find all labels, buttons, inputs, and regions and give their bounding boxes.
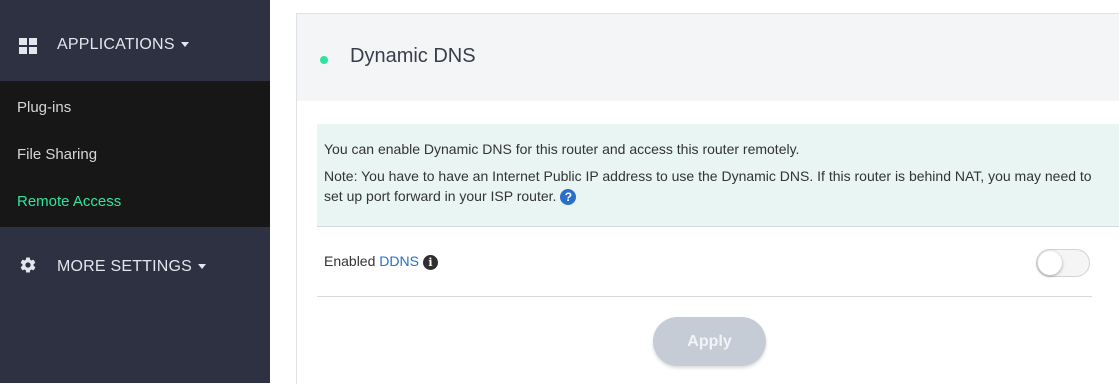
note-text: Note: You have to have an Internet Publi…	[324, 168, 1092, 204]
sidebar-item-file-sharing[interactable]: File Sharing	[17, 146, 97, 163]
grid-icon	[19, 38, 37, 59]
info-notice: You can enable Dynamic DNS for this rout…	[317, 124, 1119, 227]
info-text-note: Note: You have to have an Internet Publi…	[324, 166, 1094, 206]
status-dot-icon	[320, 56, 328, 64]
more-settings-label: MORE SETTINGS	[57, 258, 207, 276]
applications-submenu: Plug-ins File Sharing Remote Access	[0, 81, 270, 227]
ddns-toggle[interactable]	[1036, 249, 1090, 277]
sidebar-item-plugins[interactable]: Plug-ins	[17, 99, 71, 116]
ddns-label: Enabled DDNS i	[324, 253, 438, 270]
info-icon[interactable]: i	[422, 254, 438, 270]
page-title: Dynamic DNS	[350, 45, 476, 67]
info-text-enable: You can enable Dynamic DNS for this rout…	[324, 141, 800, 157]
help-icon[interactable]: ?	[560, 189, 577, 206]
apply-button[interactable]: Apply	[653, 317, 766, 366]
gear-icon	[19, 256, 37, 279]
sidebar: APPLICATIONS Plug-ins File Sharing Remot…	[0, 0, 270, 383]
panel-header: Dynamic DNS	[297, 14, 1119, 101]
ddns-setting-row: Enabled DDNS i	[317, 226, 1092, 297]
caret-down-icon	[180, 42, 189, 48]
ddns-label-prefix: Enabled	[324, 253, 380, 269]
caret-down-icon	[198, 264, 207, 270]
dynamic-dns-panel: Dynamic DNS You can enable Dynamic DNS f…	[296, 13, 1119, 384]
more-settings-menu[interactable]: MORE SETTINGS	[0, 240, 270, 292]
ddns-link[interactable]: DDNS	[379, 253, 419, 269]
toggle-knob	[1038, 251, 1062, 275]
applications-label: APPLICATIONS	[57, 36, 189, 54]
sidebar-item-remote-access[interactable]: Remote Access	[17, 193, 121, 210]
applications-menu[interactable]: APPLICATIONS	[0, 9, 270, 81]
